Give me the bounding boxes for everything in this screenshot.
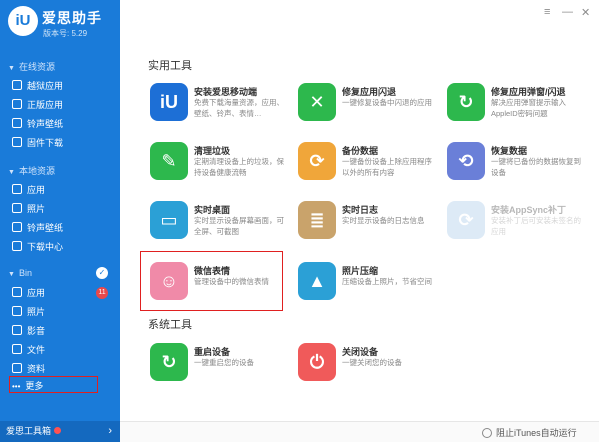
section-device-bin[interactable]: ▼ Bin ✓ xyxy=(0,264,120,282)
card-realtime-log[interactable]: ≣ 实时日志 实时显示设备的日志信息 xyxy=(298,201,438,245)
sidebar-item-device-files[interactable]: 文件 xyxy=(0,341,120,359)
sidebar-item-device-photos[interactable]: 照片 xyxy=(0,303,120,321)
sidebar-item-local-apps[interactable]: 应用 xyxy=(0,181,120,199)
section-title-utilities: 实用工具 xyxy=(148,60,192,72)
folder-icon xyxy=(12,344,22,354)
document-icon xyxy=(12,363,22,373)
restore-icon: ⟲ xyxy=(447,142,485,180)
apps-count-badge: 11 xyxy=(96,287,108,299)
tools-icon: ✕ xyxy=(298,83,336,121)
minimize-button[interactable]: — xyxy=(562,6,573,18)
status-bar: 阻止iTunes自动运行 xyxy=(120,421,599,442)
card-clean-junk[interactable]: ✎ 清理垃圾 定期清理设备上的垃圾，保持设备健康流畅 xyxy=(150,142,290,186)
card-realtime-desktop[interactable]: ▭ 实时桌面 实时显示设备屏幕画面，可全屏、可截图 xyxy=(150,201,290,245)
connected-check-icon: ✓ xyxy=(96,267,108,279)
notification-dot-icon xyxy=(54,427,62,434)
collapse-arrow-icon: ▼ xyxy=(8,169,15,176)
sidebar: iU 爱思助手 版本号: 5.29 ▼ 在线资源 越狱应用 正版应用 铃声壁纸 固… xyxy=(0,0,120,442)
itunes-toggle-radio[interactable] xyxy=(482,428,492,438)
apps-icon xyxy=(12,80,22,90)
app-logo: iU xyxy=(8,6,38,36)
card-backup-data[interactable]: ⟳ 备份数据 一键备份设备上除应用程序以外的所有内容 xyxy=(298,142,438,186)
sidebar-item-local-photos[interactable]: 照片 xyxy=(0,200,120,218)
card-photo-compress[interactable]: ▲ 照片压缩 压缩设备上照片，节省空间 xyxy=(298,262,438,306)
sidebar-item-firmware-download[interactable]: 固件下载 xyxy=(0,134,120,152)
power-icon: ⏻ xyxy=(298,343,336,381)
card-fix-app-crash[interactable]: ✕ 修复应用闪退 一键修复设备中闪退的应用 xyxy=(298,83,438,127)
sidebar-item-official-apps[interactable]: 正版应用 xyxy=(0,96,120,114)
close-button[interactable]: ✕ xyxy=(581,6,590,19)
card-appsync[interactable]: ⟳ 安装AppSync补丁 安装补丁后可安装未签名的应用 xyxy=(447,201,587,245)
apps-icon xyxy=(12,287,22,297)
card-fix-app-popup[interactable]: ↻ 修复应用弹窗/闪退 解决应用弹窗提示输入AppleID密码问题 xyxy=(447,83,587,127)
app-version: 版本号: 5.29 xyxy=(43,29,88,38)
broom-icon: ✎ xyxy=(150,142,188,180)
reboot-icon: ↻ xyxy=(150,343,188,381)
backup-icon: ⟳ xyxy=(298,142,336,180)
highlight-box-wechat-stickers xyxy=(140,251,283,311)
highlight-box-more xyxy=(9,376,98,393)
sidebar-item-local-ringtones[interactable]: 铃声壁纸 xyxy=(0,219,120,237)
section-title-system: 系统工具 xyxy=(148,319,192,331)
collapse-arrow-icon: ▼ xyxy=(8,65,15,72)
image-icon: ▲ xyxy=(298,262,336,300)
collapse-arrow-icon: ▼ xyxy=(8,271,15,278)
sidebar-item-ringtones-wallpapers[interactable]: 铃声壁纸 xyxy=(0,115,120,133)
sidebar-item-device-media[interactable]: 影音 xyxy=(0,322,120,340)
iu-logo-icon: iU xyxy=(150,83,188,121)
monitor-icon: ▭ xyxy=(150,201,188,239)
photo-icon xyxy=(12,306,22,316)
download-icon xyxy=(12,241,22,251)
repair-icon: ↻ xyxy=(447,83,485,121)
apps-icon xyxy=(12,99,22,109)
card-reboot-device[interactable]: ↻ 重启设备 一键重启您的设备 xyxy=(150,343,290,387)
music-icon xyxy=(12,222,22,232)
music-icon xyxy=(12,118,22,128)
firmware-icon xyxy=(12,137,22,147)
card-install-mobile[interactable]: iU 安装爱思移动端 免费下载海量资源，应用、壁纸、铃声、表情… xyxy=(150,83,290,127)
menu-icon[interactable]: ≡ xyxy=(544,6,550,18)
card-shutdown-device[interactable]: ⏻ 关闭设备 一键关闭您的设备 xyxy=(298,343,438,387)
media-icon xyxy=(12,325,22,335)
sidebar-item-download-center[interactable]: 下载中心 xyxy=(0,238,120,256)
card-restore-data[interactable]: ⟲ 恢复数据 一键将已备份的数据恢复到设备 xyxy=(447,142,587,186)
apps-icon xyxy=(12,184,22,194)
appsync-icon: ⟳ xyxy=(447,201,485,239)
section-online-resources[interactable]: ▼ 在线资源 xyxy=(0,58,120,76)
section-local-resources[interactable]: ▼ 本地资源 xyxy=(0,162,120,180)
itunes-autorun-label[interactable]: 阻止iTunes自动运行 xyxy=(496,426,577,439)
toolbox-footer-button[interactable]: 爱思工具箱 › xyxy=(0,421,120,442)
chevron-right-icon: › xyxy=(108,425,112,437)
photo-icon xyxy=(12,203,22,213)
log-icon: ≣ xyxy=(298,201,336,239)
app-title: 爱思助手 xyxy=(42,10,102,26)
sidebar-item-device-apps[interactable]: 应用 11 xyxy=(0,284,120,302)
sidebar-item-jailbreak-apps[interactable]: 越狱应用 xyxy=(0,77,120,95)
